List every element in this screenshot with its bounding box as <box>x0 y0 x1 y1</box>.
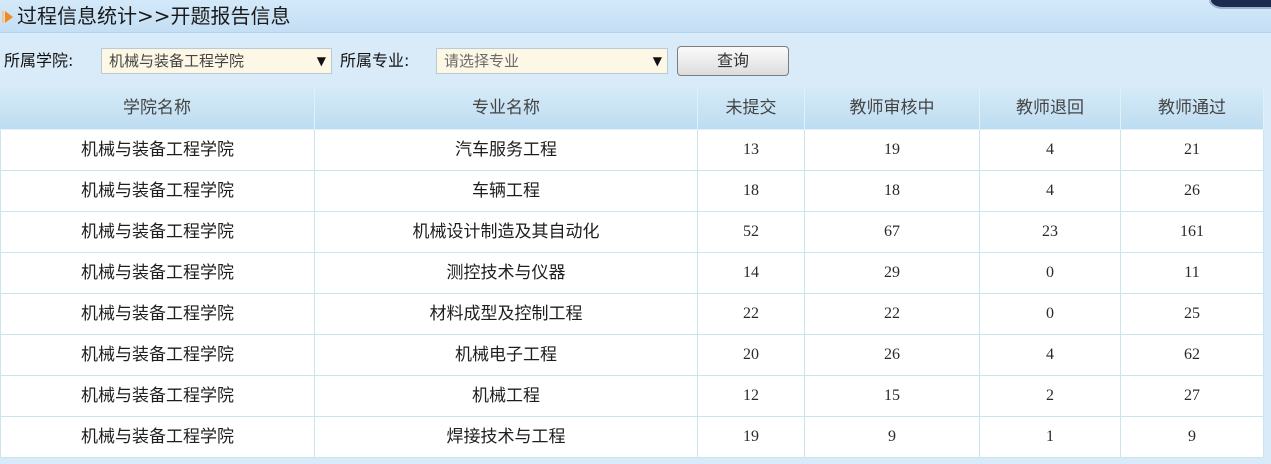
not-submitted-cell: 22 <box>698 294 805 334</box>
column-header-returned: 教师退回 <box>980 88 1121 129</box>
returned-cell: 0 <box>980 294 1121 334</box>
reviewing-cell: 67 <box>805 212 980 252</box>
college-cell: 机械与装备工程学院 <box>1 253 315 293</box>
major-cell: 机械电子工程 <box>315 335 698 375</box>
reviewing-cell: 15 <box>805 376 980 416</box>
approved-cell: 9 <box>1121 417 1264 457</box>
major-cell: 机械设计制造及其自动化 <box>315 212 698 252</box>
orange-arrow-icon <box>2 11 13 23</box>
major-cell: 测控技术与仪器 <box>315 253 698 293</box>
major-cell: 车辆工程 <box>315 171 698 211</box>
college-cell: 机械与装备工程学院 <box>1 417 315 457</box>
returned-cell: 23 <box>980 212 1121 252</box>
dropdown-arrow-icon[interactable]: ▼ <box>317 49 326 73</box>
table-row: 机械与装备工程学院 车辆工程 18 18 4 26 <box>0 171 1264 212</box>
approved-cell: 161 <box>1121 212 1264 252</box>
table-row: 机械与装备工程学院 材料成型及控制工程 22 22 0 25 <box>0 294 1264 335</box>
reviewing-cell: 19 <box>805 130 980 170</box>
major-select-placeholder: 请选择专业 <box>444 52 520 70</box>
college-cell: 机械与装备工程学院 <box>1 130 315 170</box>
major-cell: 汽车服务工程 <box>315 130 698 170</box>
not-submitted-cell: 18 <box>698 171 805 211</box>
decorative-corner-panel <box>1209 0 1271 9</box>
major-cell: 焊接技术与工程 <box>315 417 698 457</box>
college-filter-label: 所属学院: <box>4 51 74 70</box>
column-header-approved: 教师通过 <box>1121 88 1264 129</box>
reviewing-cell: 22 <box>805 294 980 334</box>
column-header-reviewing: 教师审核中 <box>805 88 980 129</box>
query-button[interactable]: 查询 <box>677 46 789 76</box>
table-header-row: 学院名称 专业名称 未提交 教师审核中 教师退回 教师通过 <box>0 88 1264 130</box>
major-cell: 材料成型及控制工程 <box>315 294 698 334</box>
not-submitted-cell: 14 <box>698 253 805 293</box>
reviewing-cell: 9 <box>805 417 980 457</box>
not-submitted-cell: 52 <box>698 212 805 252</box>
major-cell: 机械工程 <box>315 376 698 416</box>
approved-cell: 21 <box>1121 130 1264 170</box>
college-select-value: 机械与装备工程学院 <box>109 52 245 70</box>
table-row: 机械与装备工程学院 机械设计制造及其自动化 52 67 23 161 <box>0 212 1264 253</box>
table-row: 机械与装备工程学院 测控技术与仪器 14 29 0 11 <box>0 253 1264 294</box>
returned-cell: 2 <box>980 376 1121 416</box>
column-header-major: 专业名称 <box>315 88 698 129</box>
statistics-table: 学院名称 专业名称 未提交 教师审核中 教师退回 教师通过 机械与装备工程学院 … <box>0 88 1264 458</box>
reviewing-cell: 29 <box>805 253 980 293</box>
reviewing-cell: 18 <box>805 171 980 211</box>
column-header-college: 学院名称 <box>0 88 315 129</box>
title-bar: 过程信息统计>>开题报告信息 <box>0 0 1271 33</box>
college-cell: 机械与装备工程学院 <box>1 171 315 211</box>
college-select[interactable]: 机械与装备工程学院 ▼ <box>101 48 332 74</box>
not-submitted-cell: 20 <box>698 335 805 375</box>
not-submitted-cell: 19 <box>698 417 805 457</box>
returned-cell: 4 <box>980 171 1121 211</box>
not-submitted-cell: 13 <box>698 130 805 170</box>
returned-cell: 0 <box>980 253 1121 293</box>
reviewing-cell: 26 <box>805 335 980 375</box>
table-row: 机械与装备工程学院 汽车服务工程 13 19 4 21 <box>0 130 1264 171</box>
returned-cell: 1 <box>980 417 1121 457</box>
dropdown-arrow-icon[interactable]: ▼ <box>653 49 662 73</box>
college-cell: 机械与装备工程学院 <box>1 376 315 416</box>
approved-cell: 26 <box>1121 171 1264 211</box>
major-filter-label: 所属专业: <box>340 51 410 70</box>
approved-cell: 27 <box>1121 376 1264 416</box>
approved-cell: 62 <box>1121 335 1264 375</box>
college-cell: 机械与装备工程学院 <box>1 294 315 334</box>
approved-cell: 11 <box>1121 253 1264 293</box>
page-title: 过程信息统计>>开题报告信息 <box>17 4 291 28</box>
returned-cell: 4 <box>980 130 1121 170</box>
table-row: 机械与装备工程学院 机械电子工程 20 26 4 62 <box>0 335 1264 376</box>
returned-cell: 4 <box>980 335 1121 375</box>
approved-cell: 25 <box>1121 294 1264 334</box>
college-cell: 机械与装备工程学院 <box>1 212 315 252</box>
table-row: 机械与装备工程学院 焊接技术与工程 19 9 1 9 <box>0 417 1264 458</box>
major-select[interactable]: 请选择专业 ▼ <box>436 48 668 74</box>
not-submitted-cell: 12 <box>698 376 805 416</box>
college-cell: 机械与装备工程学院 <box>1 335 315 375</box>
table-row: 机械与装备工程学院 机械工程 12 15 2 27 <box>0 376 1264 417</box>
column-header-not-submitted: 未提交 <box>698 88 805 129</box>
